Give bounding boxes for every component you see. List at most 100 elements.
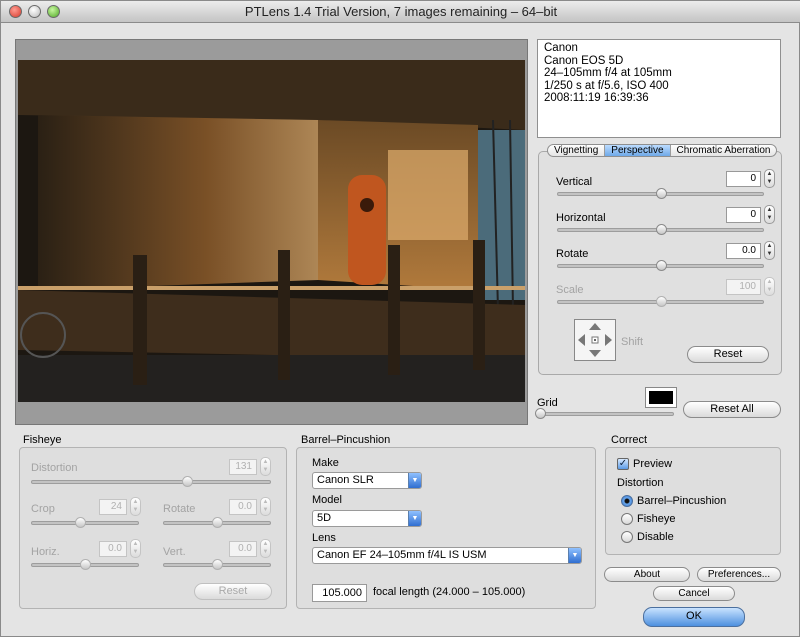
rotate-stepper[interactable]: ▲ ▼ bbox=[764, 241, 775, 260]
fisheye-rotate-stepper: ▲ ▼ bbox=[260, 497, 271, 516]
barrel-title: Barrel–Pincushion bbox=[301, 434, 391, 446]
fisheye-vert-stepper: ▲ ▼ bbox=[260, 539, 271, 558]
exif-info-box: Canon Canon EOS 5D 24–105mm f/4 at 105mm… bbox=[537, 39, 781, 138]
tab-chromatic-aberration[interactable]: Chromatic Aberration bbox=[671, 145, 777, 156]
lens-select[interactable]: Canon EF 24–105mm f/4L IS USM ▼ bbox=[312, 547, 582, 564]
grid-slider-knob[interactable] bbox=[535, 408, 546, 419]
vertical-slider[interactable] bbox=[557, 188, 764, 199]
model-select[interactable]: 5D ▼ bbox=[312, 510, 422, 527]
fisheye-distortion-value: 131 bbox=[229, 459, 257, 475]
preferences-button[interactable]: Preferences... bbox=[697, 567, 781, 582]
vertical-stepper[interactable]: ▲ ▼ bbox=[764, 169, 775, 188]
exif-date: 2008:11:19 16:39:36 bbox=[544, 92, 649, 104]
fisheye-horiz-slider bbox=[31, 559, 139, 570]
shift-arrows-icon bbox=[578, 323, 612, 357]
shift-pad[interactable] bbox=[574, 319, 616, 361]
correction-tabs: Vignetting Perspective Chromatic Aberrat… bbox=[547, 144, 778, 157]
perspective-reset-button[interactable]: Reset bbox=[687, 346, 769, 363]
scale-slider-knob bbox=[655, 296, 667, 307]
correct-title: Correct bbox=[611, 434, 648, 446]
fisheye-distortion-stepper: ▲ ▼ bbox=[260, 457, 271, 476]
rotate-slider-knob[interactable] bbox=[655, 260, 667, 271]
model-select-value: 5D bbox=[317, 512, 332, 524]
fisheye-rotate-slider bbox=[163, 517, 271, 528]
make-select-value: Canon SLR bbox=[317, 474, 374, 486]
grid-slider[interactable] bbox=[535, 408, 674, 419]
scale-value: 100 bbox=[726, 279, 761, 295]
horizontal-value[interactable]: 0 bbox=[726, 207, 761, 223]
make-label: Make bbox=[312, 457, 339, 469]
photo-preview bbox=[18, 60, 525, 402]
tab-vignetting[interactable]: Vignetting bbox=[548, 145, 606, 156]
cancel-button[interactable]: Cancel bbox=[653, 586, 735, 601]
make-dropdown-arrow-icon: ▼ bbox=[408, 473, 421, 488]
fisheye-reset-button: Reset bbox=[194, 583, 272, 600]
horizontal-label: Horizontal bbox=[556, 212, 606, 224]
fisheye-vert-value: 0.0 bbox=[229, 541, 257, 557]
tab-perspective[interactable]: Perspective bbox=[605, 145, 671, 156]
fisheye-crop-knob bbox=[74, 517, 86, 528]
rotate-label: Rotate bbox=[556, 248, 589, 260]
ok-button[interactable]: OK bbox=[643, 607, 745, 627]
focal-length-label: focal length (24.000 – 105.000) bbox=[373, 586, 526, 598]
barrel-pincushion-radio-label: Barrel–Pincushion bbox=[637, 495, 727, 507]
model-label: Model bbox=[312, 494, 342, 506]
fisheye-distortion-knob bbox=[181, 476, 193, 487]
distortion-label: Distortion bbox=[617, 477, 664, 489]
exif-exposure: 1/250 s at f/5.6, ISO 400 bbox=[544, 79, 669, 92]
model-dropdown-arrow-icon: ▼ bbox=[408, 511, 421, 526]
photo-preview-frame bbox=[15, 39, 528, 425]
scale-label: Scale bbox=[556, 284, 584, 296]
horizontal-slider[interactable] bbox=[557, 224, 764, 235]
make-select[interactable]: Canon SLR ▼ bbox=[312, 472, 422, 489]
harbor-building-photo bbox=[18, 60, 525, 402]
fisheye-horiz-value: 0.0 bbox=[99, 541, 127, 557]
preview-label: Preview bbox=[633, 458, 673, 470]
window-title: PTLens 1.4 Trial Version, 7 images remai… bbox=[244, 4, 558, 19]
fisheye-rotate-value: 0.0 bbox=[229, 499, 257, 515]
reset-all-button[interactable]: Reset All bbox=[683, 401, 781, 418]
zoom-window-icon[interactable] bbox=[47, 5, 60, 18]
close-window-icon[interactable] bbox=[9, 5, 22, 18]
grid-color-swatch[interactable] bbox=[645, 387, 677, 408]
title-bar: PTLens 1.4 Trial Version, 7 images remai… bbox=[1, 1, 800, 23]
fisheye-crop-value: 24 bbox=[99, 499, 127, 515]
fisheye-vert-knob bbox=[212, 559, 223, 570]
about-button[interactable]: About bbox=[604, 567, 690, 582]
disable-radio[interactable] bbox=[621, 531, 633, 543]
fisheye-title: Fisheye bbox=[23, 434, 62, 446]
fisheye-radio[interactable] bbox=[621, 513, 633, 525]
fisheye-crop-label: Crop bbox=[31, 503, 55, 515]
fisheye-horiz-label: Horiz. bbox=[31, 546, 60, 558]
horizontal-stepper[interactable]: ▲ ▼ bbox=[764, 205, 775, 224]
exif-model: Canon EOS 5D bbox=[544, 54, 624, 67]
horizontal-slider-knob[interactable] bbox=[655, 224, 667, 235]
shift-label: Shift bbox=[621, 336, 644, 348]
rotate-slider[interactable] bbox=[557, 260, 764, 271]
vertical-label: Vertical bbox=[556, 176, 593, 188]
focal-length-input[interactable]: 105.000 bbox=[312, 584, 367, 602]
vertical-slider-knob[interactable] bbox=[655, 188, 667, 199]
preview-checkbox[interactable]: ✓ bbox=[617, 458, 629, 470]
fisheye-rotate-label: Rotate bbox=[163, 503, 196, 515]
exif-make: Canon bbox=[544, 42, 578, 54]
scale-slider bbox=[557, 296, 764, 307]
fisheye-distortion-label: Distortion bbox=[31, 462, 78, 474]
rotate-value[interactable]: 0.0 bbox=[726, 243, 761, 259]
fisheye-horiz-stepper: ▲ ▼ bbox=[130, 539, 141, 558]
barrel-pincushion-radio[interactable] bbox=[621, 495, 633, 507]
vertical-value[interactable]: 0 bbox=[726, 171, 761, 187]
fisheye-crop-slider bbox=[31, 517, 139, 528]
exif-lens: 24–105mm f/4 at 105mm bbox=[544, 67, 672, 79]
scale-stepper: ▲ ▼ bbox=[764, 277, 775, 296]
lens-dropdown-arrow-icon: ▼ bbox=[568, 548, 581, 563]
lens-label: Lens bbox=[312, 532, 336, 544]
fisheye-vert-label: Vert. bbox=[163, 546, 186, 558]
lens-select-value: Canon EF 24–105mm f/4L IS USM bbox=[317, 549, 487, 561]
ptlens-window: PTLens 1.4 Trial Version, 7 images remai… bbox=[0, 0, 800, 637]
fisheye-vert-slider bbox=[163, 559, 271, 570]
fisheye-horiz-knob bbox=[80, 559, 91, 570]
fisheye-crop-stepper: ▲ ▼ bbox=[130, 497, 141, 516]
fisheye-rotate-knob bbox=[212, 517, 223, 528]
minimize-window-icon[interactable] bbox=[28, 5, 41, 18]
